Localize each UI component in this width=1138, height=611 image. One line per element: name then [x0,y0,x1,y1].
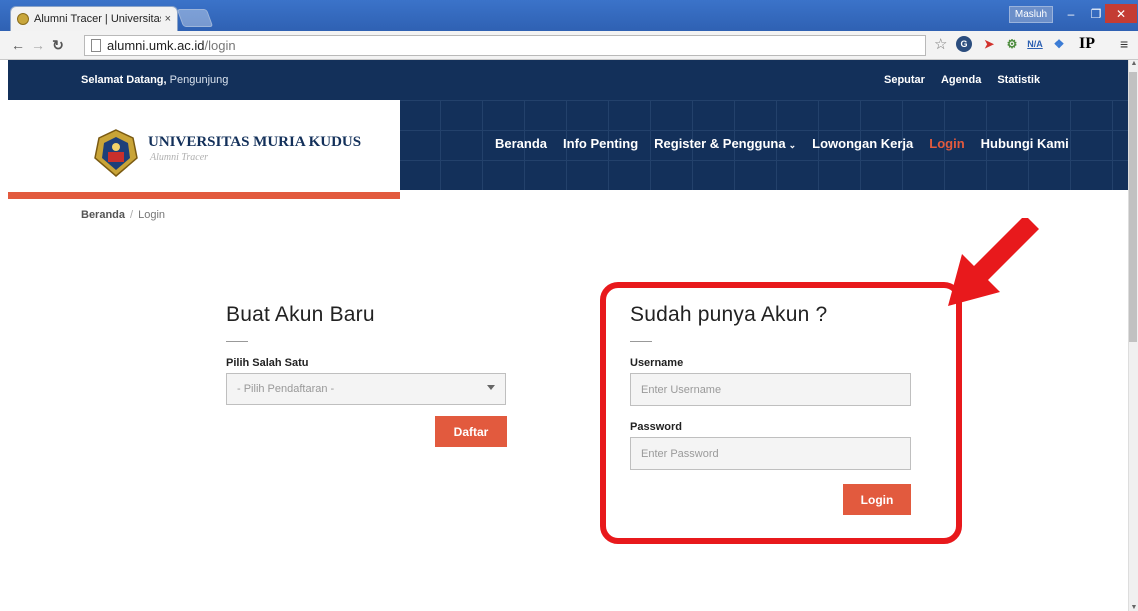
main-nav: Beranda Info Penting Register & Pengguna… [495,136,1069,151]
address-bar[interactable]: alumni.umk.ac.id/login [84,35,926,56]
logo-accent-bar [8,192,400,199]
close-icon[interactable]: ✕ [1105,4,1137,23]
profile-button[interactable]: Masluh [1009,6,1053,23]
welcome-text: Selamat Datang, Pengunjung [81,74,228,86]
page-viewport: Selamat Datang, Pengunjung Seputar Agend… [8,60,1128,611]
extension-gear-icon[interactable]: ⚙ [1003,35,1021,53]
site-topbar: Selamat Datang, Pengunjung Seputar Agend… [8,60,1128,100]
chevron-down-icon: ⌄ [788,140,797,150]
extension-translate-icon[interactable]: G [956,36,972,52]
extension-na-icon[interactable]: N/A [1026,35,1044,53]
nav-login[interactable]: Login [929,136,964,151]
forward-icon[interactable]: → [28,37,48,53]
nav-hubungi-kami[interactable]: Hubungi Kami [981,136,1069,151]
nav-register-label: Register & Pengguna [654,136,786,151]
breadcrumb-home[interactable]: Beranda [81,209,125,221]
dropdown-arrow-icon [487,385,495,390]
scroll-up-icon[interactable]: ▲ [1130,60,1138,67]
brand-subtitle: Alumni Tracer [150,152,209,163]
annotation-highlight-box [600,282,962,544]
daftar-button[interactable]: Daftar [435,416,507,447]
nav-beranda[interactable]: Beranda [495,136,547,151]
page-icon [91,39,101,52]
welcome-user: Pengunjung [169,74,229,86]
extension-pin-icon[interactable]: ➤ [980,35,998,53]
scroll-down-icon[interactable]: ▼ [1130,604,1138,611]
register-title: Buat Akun Baru [226,303,375,326]
extension-ip-icon[interactable]: IP [1074,35,1100,53]
welcome-prefix: Selamat Datang, [81,74,167,86]
tab-close-icon[interactable]: × [165,13,171,25]
favicon-icon [17,13,29,25]
nav-info-penting[interactable]: Info Penting [563,136,638,151]
university-logo-icon[interactable] [93,128,139,178]
browser-menu-icon[interactable]: ≡ [1120,36,1128,52]
extension-globe-icon[interactable]: ❖ [1050,35,1068,53]
tab-title: Alumni Tracer | Universitas [34,13,161,25]
bookmark-star-icon[interactable]: ☆ [934,35,947,53]
url-path: /login [204,38,236,53]
url-host: alumni.umk.ac.id [107,38,205,53]
page-scrollbar[interactable]: ▲ ▼ [1128,60,1138,611]
breadcrumb-current: Login [138,209,166,221]
breadcrumb-separator: / [130,209,134,221]
back-icon[interactable]: ← [8,37,28,53]
registration-type-select[interactable]: - Pilih Pendaftaran - [226,373,506,405]
top-link-seputar[interactable]: Seputar [884,74,925,86]
top-link-agenda[interactable]: Agenda [941,74,981,86]
top-links: Seputar Agenda Statistik [884,74,1040,86]
nav-register[interactable]: Register & Pengguna ⌄ [654,136,796,151]
brand-name: UNIVERSITAS MURIA KUDUS [148,134,362,150]
browser-window: Alumni Tracer | Universitas × Masluh – ❐… [0,0,1138,611]
annotation-arrow-icon [948,218,1039,306]
register-title-rule [226,341,248,342]
register-select-label: Pilih Salah Satu [226,357,309,369]
browser-tab[interactable]: Alumni Tracer | Universitas × [10,6,178,31]
minimize-icon[interactable]: – [1058,4,1084,23]
reload-icon[interactable]: ↻ [48,37,68,54]
title-bar: Alumni Tracer | Universitas × Masluh – ❐… [0,0,1138,31]
top-link-statistik[interactable]: Statistik [997,74,1040,86]
new-tab-button[interactable] [176,9,214,27]
nav-lowongan-kerja[interactable]: Lowongan Kerja [812,136,913,151]
registration-type-value: - Pilih Pendaftaran - [237,383,335,395]
breadcrumb: Beranda / Login [81,209,165,221]
scroll-thumb[interactable] [1129,72,1137,342]
